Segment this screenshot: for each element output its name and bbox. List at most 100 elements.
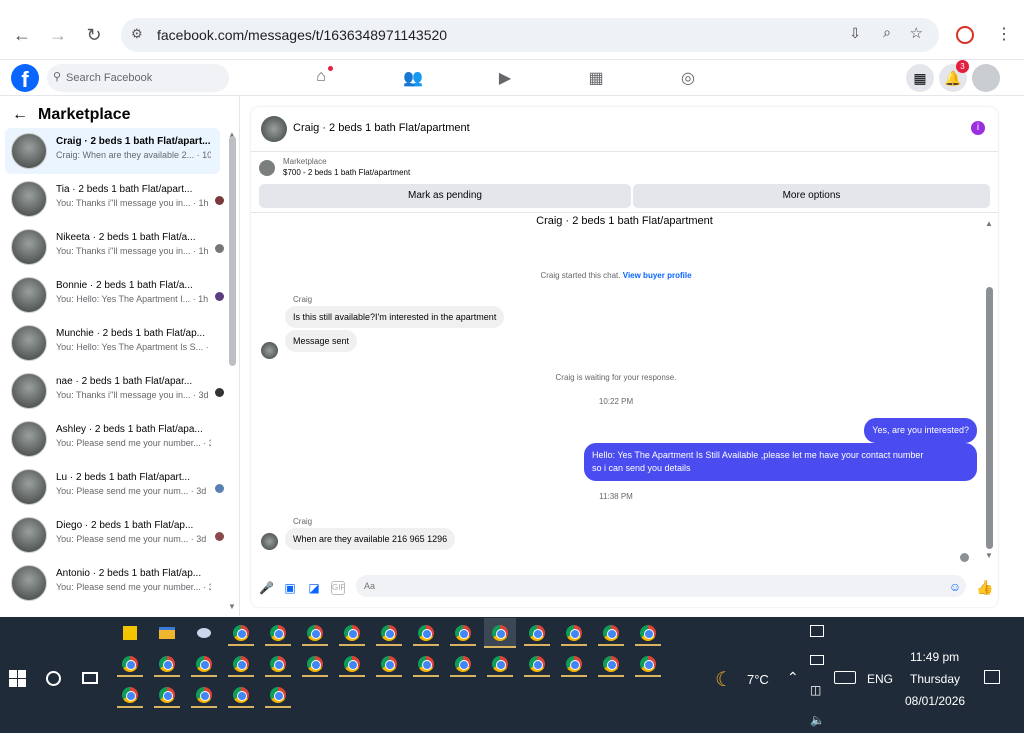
groups-icon[interactable]: ◎ (678, 68, 698, 88)
chrome-icon[interactable] (598, 620, 624, 646)
chrome-icon[interactable] (376, 620, 402, 646)
sticky-notes-icon[interactable] (117, 620, 143, 646)
menu-kebab-icon[interactable]: ⋮ (996, 24, 1012, 44)
chrome-icon[interactable] (450, 620, 476, 646)
address-bar[interactable]: ⚙ facebook.com/messages/t/16363489711435… (121, 18, 939, 52)
chrome-icon[interactable] (265, 620, 291, 646)
facebook-logo[interactable]: f (11, 64, 39, 92)
chrome-icon[interactable] (376, 651, 402, 677)
more-options-button[interactable]: More options (633, 184, 990, 208)
conversation-item[interactable]: Nikeeta · 2 beds 1 bath Flat/a... You: T… (5, 224, 224, 270)
mark-pending-button[interactable]: Mark as pending (259, 184, 631, 208)
chevron-up-icon[interactable]: ⌃ (787, 669, 799, 686)
message-bubble[interactable]: When are they available 216 965 1296 (285, 528, 456, 550)
chrome-icon[interactable] (265, 682, 291, 708)
install-icon[interactable]: ⇩ (849, 25, 861, 42)
conversation-item[interactable]: Munchie · 2 beds 1 bath Flat/ap... You: … (5, 320, 220, 366)
profile-icon[interactable] (956, 26, 974, 44)
facebook-search[interactable]: ⚲ Search Facebook (47, 64, 229, 92)
like-thumb-icon[interactable]: 👍 (976, 579, 993, 595)
message-bubble-outgoing[interactable]: Hello: Yes The Apartment Is Still Availa… (584, 443, 977, 481)
chrome-icon[interactable] (117, 651, 143, 677)
marketplace-icon[interactable]: ▦ (586, 68, 606, 88)
sticker-icon[interactable]: ◪ (307, 581, 321, 595)
gif-icon[interactable]: GIF (331, 581, 345, 595)
listing-thumbnail[interactable] (259, 160, 275, 176)
reload-button[interactable]: ↻ (79, 20, 109, 50)
speaker-icon[interactable]: 🔈 (810, 713, 825, 727)
listing-description[interactable]: $700 - 2 beds 1 bath Flat/apartment (283, 168, 410, 177)
back-button[interactable]: ← (7, 20, 37, 50)
file-explorer-icon[interactable] (154, 620, 180, 646)
chrome-icon[interactable] (265, 651, 291, 677)
network-icon[interactable] (810, 655, 824, 665)
chrome-icon[interactable] (413, 620, 439, 646)
view-buyer-profile-link[interactable]: View buyer profile (623, 271, 692, 280)
keyboard-icon[interactable] (834, 671, 856, 684)
chrome-icon[interactable] (154, 682, 180, 708)
site-settings-icon[interactable]: ⚙ (131, 26, 143, 42)
chrome-icon[interactable] (598, 651, 624, 677)
message-input[interactable] (356, 575, 966, 597)
chrome-icon[interactable] (117, 682, 143, 708)
chrome-icon[interactable] (524, 651, 550, 677)
moon-weather-icon[interactable]: ☾ (715, 667, 733, 692)
photo-icon[interactable]: ▣ (283, 581, 297, 595)
message-bubble-outgoing[interactable]: Yes, are you interested? (864, 418, 977, 443)
chrome-icon[interactable] (191, 682, 217, 708)
meet-now-icon[interactable] (810, 625, 824, 637)
clock-date[interactable]: 08/01/2026 (905, 694, 965, 708)
language-indicator[interactable]: ENG (867, 672, 893, 686)
friends-icon[interactable]: 👥 (403, 68, 423, 88)
clock-day[interactable]: Thursday (910, 672, 960, 686)
chrome-icon[interactable] (154, 651, 180, 677)
avatar[interactable] (261, 116, 287, 142)
chrome-icon[interactable] (450, 651, 476, 677)
sidebar-scrollbar[interactable] (229, 136, 236, 366)
message-bubble[interactable]: Message sent (285, 330, 358, 352)
conversation-item[interactable]: Ashley · 2 beds 1 bath Flat/apa... You: … (5, 416, 220, 462)
video-icon[interactable]: ▶ (495, 68, 515, 88)
chrome-icon-active[interactable] (484, 618, 516, 648)
info-icon[interactable]: i (971, 121, 985, 135)
chrome-icon[interactable] (302, 651, 328, 677)
message-bubble[interactable]: Is this still available?I'm interested i… (285, 306, 505, 328)
account-avatar[interactable] (972, 64, 1000, 92)
chrome-icon[interactable] (339, 651, 365, 677)
chrome-icon[interactable] (635, 651, 661, 677)
menu-grid-icon[interactable]: ▦ (906, 64, 934, 92)
url-text[interactable]: facebook.com/messages/t/1636348971143520 (157, 27, 447, 43)
conversation-item[interactable]: Diego · 2 beds 1 bath Flat/ap... You: Pl… (5, 512, 224, 558)
cortana-search-icon[interactable] (46, 671, 61, 686)
chrome-icon[interactable] (228, 651, 254, 677)
chrome-icon[interactable] (413, 651, 439, 677)
chrome-icon[interactable] (228, 682, 254, 708)
notification-center-icon[interactable] (984, 670, 1000, 684)
bookmark-star-icon[interactable]: ☆ (910, 24, 923, 42)
forward-button[interactable]: → (43, 20, 73, 50)
scroll-up-icon[interactable]: ▲ (985, 219, 993, 228)
chrome-icon[interactable] (635, 620, 661, 646)
chrome-icon[interactable] (561, 620, 587, 646)
chrome-icon[interactable] (191, 651, 217, 677)
back-arrow-icon[interactable]: ← (12, 106, 28, 124)
chat-title[interactable]: Craig · 2 beds 1 bath Flat/apartment (293, 122, 470, 134)
chrome-icon[interactable] (487, 651, 513, 677)
windows-start-icon[interactable] (9, 670, 26, 687)
camera-icon[interactable]: ◫ (810, 683, 821, 697)
chrome-icon[interactable] (339, 620, 365, 646)
conversation-item[interactable]: Craig · 2 beds 1 bath Flat/apart... Crai… (5, 128, 220, 174)
zoom-icon[interactable]: ⌕ (883, 24, 891, 41)
microphone-icon[interactable]: 🎤 (259, 581, 274, 595)
chrome-icon[interactable] (524, 620, 550, 646)
conversation-item[interactable]: Lu · 2 beds 1 bath Flat/apart... You: Pl… (5, 464, 224, 510)
chrome-icon[interactable] (561, 651, 587, 677)
scroll-down-icon[interactable]: ▼ (985, 551, 993, 560)
app-icon[interactable] (191, 620, 217, 646)
weather-temp[interactable]: 7°C (747, 672, 769, 687)
chat-scrollbar[interactable] (986, 287, 993, 549)
conversation-item[interactable]: Tia · 2 beds 1 bath Flat/apart... You: T… (5, 176, 224, 222)
scroll-down-icon[interactable]: ▼ (228, 602, 236, 611)
task-view-icon[interactable] (82, 672, 98, 684)
conversation-item[interactable]: Bonnie · 2 beds 1 bath Flat/a... You: He… (5, 272, 224, 318)
